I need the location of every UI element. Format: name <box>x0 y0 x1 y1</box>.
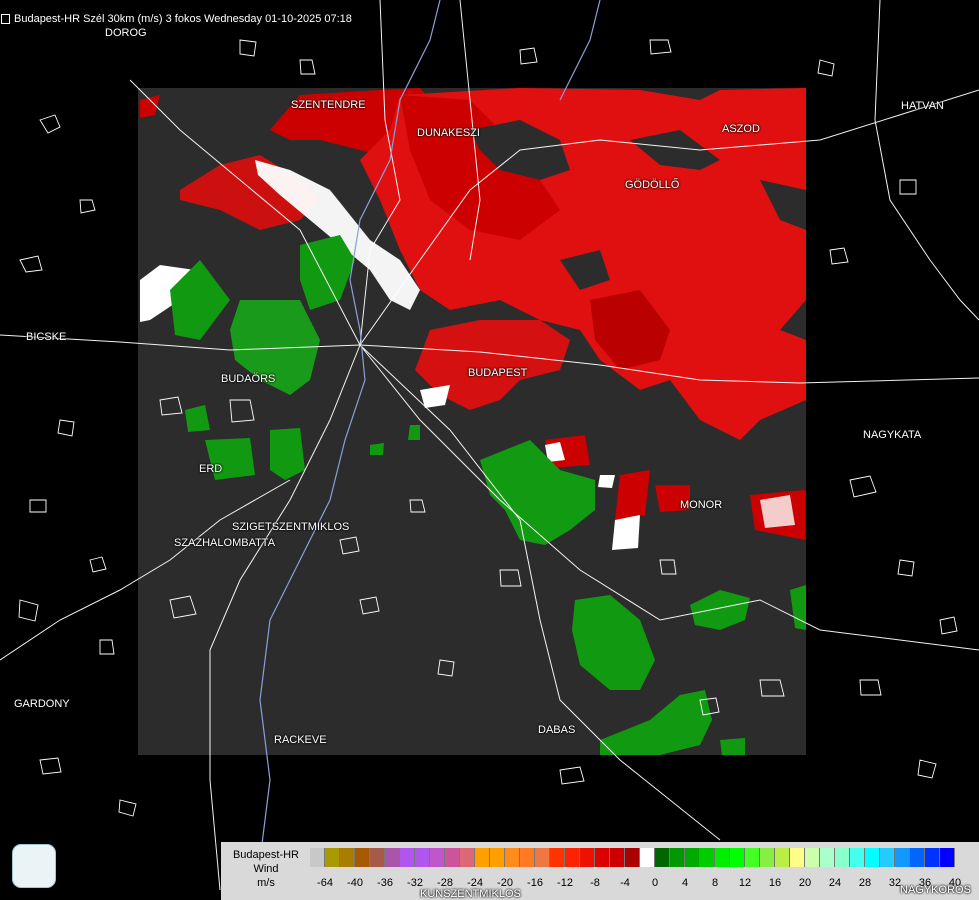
city-label-dunakeszi: DUNAKESZI <box>417 127 480 139</box>
city-label-monor: MONOR <box>680 499 723 511</box>
city-label-dabas: DABAS <box>538 724 576 736</box>
legend-swatch <box>595 848 610 867</box>
city-label-szentendre: SZENTENDRE <box>291 99 366 111</box>
legend-swatch <box>535 848 550 867</box>
legend-title-line-1: Budapest-HR <box>232 849 300 861</box>
legend-tick-label: -36 <box>377 877 393 889</box>
legend-swatch <box>685 848 700 867</box>
legend-swatch <box>580 848 595 867</box>
legend-tick-label: -16 <box>527 877 543 889</box>
page-title: Budapest-HR Szél 30km (m/s) 3 fokos Wedn… <box>14 13 352 25</box>
window-icon <box>1 14 10 24</box>
legend-swatch <box>610 848 625 867</box>
city-label-nagykoros: NAGYKOROS <box>900 884 971 896</box>
city-label-dorog: DOROG <box>105 27 147 39</box>
legend-tick-label: 16 <box>768 877 782 889</box>
legend-swatch <box>910 848 925 867</box>
legend-swatch <box>640 848 655 867</box>
legend-tick-label: 12 <box>738 877 752 889</box>
city-label-budapest: BUDAPEST <box>468 367 528 379</box>
legend-tick-label: 28 <box>858 877 872 889</box>
city-label-kunszentmiklos: KUNSZENTMIKLOS <box>420 888 521 900</box>
legend-tick-label: -12 <box>557 877 573 889</box>
legend-swatch <box>820 848 835 867</box>
city-label-nagykata: NAGYKATA <box>863 429 922 441</box>
legend-swatch <box>835 848 850 867</box>
legend-swatch <box>745 848 760 867</box>
legend-swatch <box>505 848 520 867</box>
legend-title-line-2: Wind <box>253 863 279 875</box>
legend-tick-label: -64 <box>317 877 333 889</box>
city-label-bicske: BICSKE <box>26 331 67 343</box>
legend-swatch <box>340 848 355 867</box>
city-label-budaors: BUDAÖRS <box>221 373 276 385</box>
legend-swatch <box>940 848 955 867</box>
legend-title: Budapest-HR Wind m/s <box>223 848 309 890</box>
legend-tick-label: 20 <box>798 877 812 889</box>
legend-swatch <box>625 848 640 867</box>
legend-swatch <box>355 848 370 867</box>
legend-tick-label: -8 <box>590 877 600 889</box>
legend-swatch <box>475 848 490 867</box>
weather-service-logo-icon <box>12 844 56 888</box>
legend-tick-label: 24 <box>828 877 842 889</box>
legend-swatch <box>490 848 505 867</box>
city-label-erd: ERD <box>199 463 223 475</box>
legend-tick-label: 4 <box>681 877 689 889</box>
legend-swatch <box>700 848 715 867</box>
city-label-godollo: GÖDÖLLŐ <box>625 179 680 191</box>
city-label-hatvan: HATVAN <box>901 100 944 112</box>
radar-map <box>0 0 979 900</box>
city-label-gardony: GARDONY <box>14 698 70 710</box>
legend-title-line-3: m/s <box>257 877 275 889</box>
legend-swatch <box>790 848 805 867</box>
city-label-aszod: ASZOD <box>722 123 760 135</box>
legend-swatch <box>325 848 340 867</box>
legend-tick-label: 0 <box>651 877 659 889</box>
legend-tick-labels: -64 -40 -36 -32 -28 -24 -20 -16 -12 -8 -4 0 4 8 12 16 20… <box>310 877 970 891</box>
legend-tick-label: 8 <box>711 877 719 889</box>
city-label-szazhalombatta: SZAZHALOMBATTA <box>174 537 276 549</box>
legend-swatch <box>520 848 535 867</box>
legend-swatch <box>565 848 580 867</box>
legend-swatch <box>850 848 865 867</box>
legend-swatch <box>400 848 415 867</box>
legend-swatch <box>775 848 790 867</box>
legend-swatch <box>415 848 430 867</box>
city-label-szigetszentmiklos: SZIGETSZENTMIKLOS <box>232 521 350 533</box>
legend-swatch <box>655 848 670 867</box>
legend-swatch <box>925 848 940 867</box>
legend-swatch <box>370 848 385 867</box>
legend-swatch <box>760 848 775 867</box>
legend-swatch <box>385 848 400 867</box>
legend-swatch <box>805 848 820 867</box>
legend-swatch <box>310 848 325 867</box>
legend-swatch <box>730 848 745 867</box>
city-label-rackeve: RACKEVE <box>274 734 327 746</box>
legend-swatch <box>895 848 910 867</box>
legend-tick-label: -4 <box>620 877 630 889</box>
legend-swatch <box>670 848 685 867</box>
legend-tick-label: -40 <box>347 877 363 889</box>
legend-swatch <box>880 848 895 867</box>
legend-swatch <box>715 848 730 867</box>
legend-swatch <box>430 848 445 867</box>
legend-color-scale <box>310 848 955 867</box>
legend-swatch <box>460 848 475 867</box>
wind-legend: Budapest-HR Wind m/s -64 -40 -36 -32 -28 -24-… <box>221 842 979 900</box>
legend-swatch <box>550 848 565 867</box>
legend-swatch <box>865 848 880 867</box>
legend-swatch <box>445 848 460 867</box>
